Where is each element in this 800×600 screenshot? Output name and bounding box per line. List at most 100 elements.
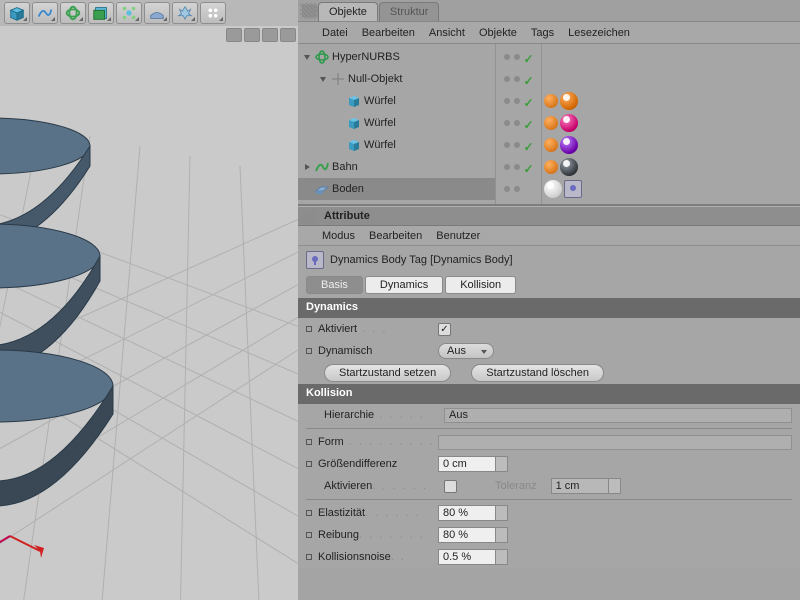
attribute-menubar: Modus Bearbeiten Benutzer [298,226,800,246]
label-toleranz: Toleranz [495,480,537,492]
menu-bookmarks[interactable]: Lesezeichen [568,27,630,39]
tree-item-label: Würfel [364,117,396,129]
tag-row[interactable] [542,112,800,134]
tag-row[interactable] [542,90,800,112]
expand-icon[interactable] [318,74,328,84]
nurbs-tool[interactable] [60,2,86,24]
tree-item[interactable]: Würfel [298,134,495,156]
numfield-elast[interactable]: 80 % [438,505,508,521]
tag-row[interactable] [542,156,800,178]
menu-tags[interactable]: Tags [531,27,554,39]
visibility-dots[interactable]: ✓ [496,112,541,134]
right-panels: Objekte Struktur Datei Bearbeiten Ansich… [298,0,800,600]
tree-item[interactable]: Null-Objekt [298,68,495,90]
menubar-grip-icon[interactable] [302,3,318,17]
camera-tool[interactable] [172,2,198,24]
tag-row[interactable] [542,68,800,90]
tab-structure[interactable]: Struktur [379,2,440,21]
tag-row[interactable] [542,134,800,156]
menu-view[interactable]: Ansicht [429,27,465,39]
expand-icon[interactable] [302,162,312,172]
material-tag-icon[interactable] [560,114,578,132]
numfield-groesse[interactable]: 0 cm [438,456,508,472]
material-tag-icon[interactable] [544,180,562,198]
view-nav-icon[interactable] [262,28,278,42]
perspective-viewport[interactable] [0,26,298,600]
phong-tag-icon[interactable] [544,116,558,130]
tree-item[interactable]: Würfel [298,112,495,134]
phong-tag-icon[interactable] [544,160,558,174]
expand-icon[interactable] [302,52,312,62]
prop-dynamisch: Dynamisch Aus [298,340,800,362]
attribute-title-bar[interactable]: Attribute [298,206,800,226]
tag-header: Dynamics Body Tag [Dynamics Body] [298,246,800,274]
menu-user[interactable]: Benutzer [436,230,480,242]
phong-tag-icon[interactable] [544,94,558,108]
cube-tool[interactable] [4,2,30,24]
phong-tag-icon[interactable] [544,138,558,152]
tab-dynamics[interactable]: Dynamics [365,276,443,294]
tab-basis[interactable]: Basis [306,276,363,294]
material-tag-icon[interactable] [560,92,578,110]
light-tool[interactable] [200,2,226,24]
prop-form: Form . . . . . . . . . . [298,431,800,453]
visibility-dots[interactable]: ✓ [496,156,541,178]
tag-row[interactable] [542,178,800,200]
kollision-group-header: Kollision [298,384,800,404]
material-tag-icon[interactable] [560,158,578,176]
prop-aktiviert: Aktiviert . . . ✓ [298,318,800,340]
checkbox-aktivieren[interactable] [444,480,457,493]
material-tag-icon[interactable] [560,136,578,154]
visibility-dots[interactable]: ✓ [496,68,541,90]
attribute-manager: Attribute Modus Bearbeiten Benutzer Dyna… [298,206,800,568]
dynamics-group-header: Dynamics [298,298,800,318]
tree-item[interactable]: Bahn [298,156,495,178]
btn-startzustand-loeschen[interactable]: Startzustand löschen [471,364,604,382]
panel-grip-icon[interactable] [300,210,316,224]
menu-objects[interactable]: Objekte [479,27,517,39]
numfield-reibung[interactable]: 80 % [438,527,508,543]
object-manager[interactable]: HyperNURBSNull-ObjektWürfelWürfelWürfelB… [298,44,800,206]
checkbox-aktiviert[interactable]: ✓ [438,323,451,336]
tree-item[interactable]: Würfel [298,90,495,112]
viewport-render [0,26,298,600]
prop-elastizitaet: Elastizität. . . . . . 80 % [298,502,800,524]
spline-icon [314,159,330,175]
view-nav-icon[interactable] [280,28,296,42]
tab-objects[interactable]: Objekte [318,2,378,21]
tags-column[interactable] [542,44,800,204]
btn-startzustand-setzen[interactable]: Startzustand setzen [324,364,451,382]
dynamics-tag-icon [306,251,324,269]
generator-tool[interactable] [88,2,114,24]
view-nav-icon[interactable] [244,28,260,42]
label-hierarchie: Hierarchie [324,409,374,421]
tree-item-label: Null-Objekt [348,73,402,85]
menu-edit[interactable]: Bearbeiten [362,27,415,39]
tree-item[interactable]: Boden [298,178,495,200]
menu-file[interactable]: Datei [322,27,348,39]
view-nav-icon[interactable] [226,28,242,42]
dynamics-tag-icon[interactable] [564,180,582,198]
label-elast: Elastizität [318,507,365,519]
tag-row[interactable] [542,46,800,68]
menu-edit[interactable]: Bearbeiten [369,230,422,242]
object-tree[interactable]: HyperNURBSNull-ObjektWürfelWürfelWürfelB… [298,44,496,204]
visibility-dots[interactable] [496,178,541,200]
spline-tool[interactable] [32,2,58,24]
tab-kollision[interactable]: Kollision [445,276,516,294]
dropdown-dynamisch[interactable]: Aus [438,343,494,359]
environment-tool[interactable] [144,2,170,24]
field-form[interactable] [438,435,792,450]
menu-mode[interactable]: Modus [322,230,355,242]
deformer-tool[interactable] [116,2,142,24]
primitives-toolbar [0,0,298,26]
visibility-column[interactable]: ✓✓✓✓✓✓ [496,44,542,204]
field-hierarchie[interactable]: Aus [444,408,792,423]
visibility-dots[interactable]: ✓ [496,90,541,112]
attribute-tabs: Basis Dynamics Kollision [298,274,800,298]
visibility-dots[interactable]: ✓ [496,134,541,156]
visibility-dots[interactable]: ✓ [496,46,541,68]
objects-panel-tabs: Objekte Struktur [298,0,800,22]
numfield-noise[interactable]: 0.5 % [438,549,508,565]
tree-item[interactable]: HyperNURBS [298,46,495,68]
